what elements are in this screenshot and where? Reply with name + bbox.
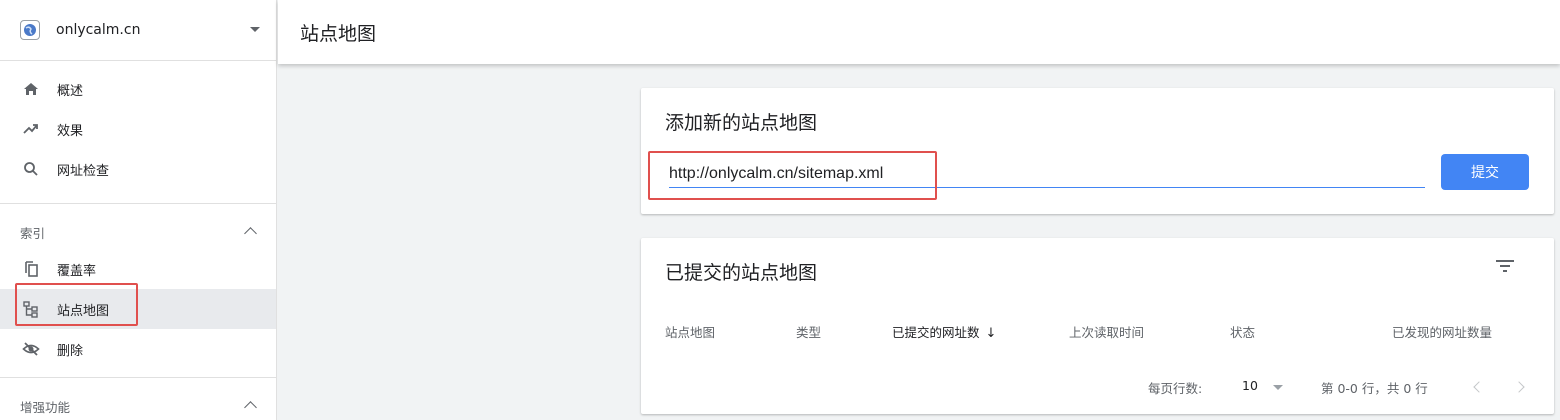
property-selector[interactable]: onlycalm.cn xyxy=(0,0,276,61)
card-title: 添加新的站点地图 xyxy=(665,112,818,134)
sidebar-item-label: 网址检查 xyxy=(57,163,110,179)
chevron-down-icon[interactable] xyxy=(1273,385,1283,390)
globe-icon xyxy=(20,20,40,40)
submit-button[interactable]: 提交 xyxy=(1441,154,1529,190)
trending-up-icon xyxy=(21,119,41,139)
arrow-down-icon: ↓ xyxy=(985,326,997,341)
search-icon xyxy=(21,159,41,179)
column-header-label: 已提交的网址数 xyxy=(892,325,980,340)
home-icon xyxy=(21,79,41,99)
submitted-sitemaps-card: 已提交的站点地图 站点地图 类型 已提交的网址数 ↓ 上次读取时间 状态 已发现的… xyxy=(641,238,1554,414)
chevron-down-icon[interactable] xyxy=(250,27,260,32)
property-name: onlycalm.cn xyxy=(56,22,141,38)
sidebar-item-label: 删除 xyxy=(57,343,84,359)
sidebar: onlycalm.cn 概述 效果 网址检查 索引 覆盖率 站点地图 删除 增强… xyxy=(0,0,277,420)
page-title: 站点地图 xyxy=(300,22,377,45)
sitemap-icon xyxy=(21,299,41,319)
chevron-up-icon[interactable] xyxy=(244,401,257,414)
filter-icon[interactable] xyxy=(1496,260,1514,274)
app-header: 站点地图 xyxy=(278,0,1560,64)
table-header: 站点地图 类型 已提交的网址数 ↓ 上次读取时间 状态 已发现的网址数量 xyxy=(641,322,1554,342)
page-range-text: 第 0-0 行，共 0 行 xyxy=(1321,381,1428,396)
column-header-type[interactable]: 类型 xyxy=(796,322,821,341)
sidebar-item-removals[interactable]: 删除 xyxy=(0,329,276,369)
copy-icon xyxy=(21,259,41,279)
sidebar-item-label: 概述 xyxy=(57,83,84,99)
chevron-left-icon[interactable] xyxy=(1473,381,1485,393)
card-title: 已提交的站点地图 xyxy=(665,262,818,284)
column-header-last-read[interactable]: 上次读取时间 xyxy=(1069,322,1144,341)
sidebar-item-label: 效果 xyxy=(57,123,84,139)
chevron-right-icon[interactable] xyxy=(1513,381,1525,393)
rows-per-page-select[interactable]: 10 xyxy=(1242,378,1258,393)
sidebar-item-performance[interactable]: 效果 xyxy=(0,109,276,149)
visibility-off-icon xyxy=(21,339,41,359)
column-header-status[interactable]: 状态 xyxy=(1230,322,1255,341)
sitemap-url-input[interactable] xyxy=(669,160,1425,188)
sidebar-item-coverage[interactable]: 覆盖率 xyxy=(0,249,276,289)
add-sitemap-card: 添加新的站点地图 提交 xyxy=(641,88,1554,214)
sidebar-item-label: 站点地图 xyxy=(57,303,110,319)
pagination: 每页行数: 10 第 0-0 行，共 0 行 xyxy=(641,378,1554,398)
section-label: 增强功能 xyxy=(20,400,71,415)
column-header-discovered-urls[interactable]: 已发现的网址数量 xyxy=(1392,322,1492,341)
sidebar-item-overview[interactable]: 概述 xyxy=(0,69,276,109)
chevron-up-icon[interactable] xyxy=(244,227,257,240)
column-header-sitemap[interactable]: 站点地图 xyxy=(665,322,715,341)
column-header-submitted-urls[interactable]: 已提交的网址数 ↓ xyxy=(892,322,996,341)
sidebar-item-sitemaps[interactable]: 站点地图 xyxy=(0,289,276,329)
sidebar-item-label: 覆盖率 xyxy=(57,263,97,279)
section-enhancements[interactable]: 增强功能 xyxy=(0,377,276,420)
sidebar-item-url-inspection[interactable]: 网址检查 xyxy=(0,149,276,189)
section-label: 索引 xyxy=(20,226,46,241)
rows-per-page-label: 每页行数: xyxy=(1148,381,1203,396)
